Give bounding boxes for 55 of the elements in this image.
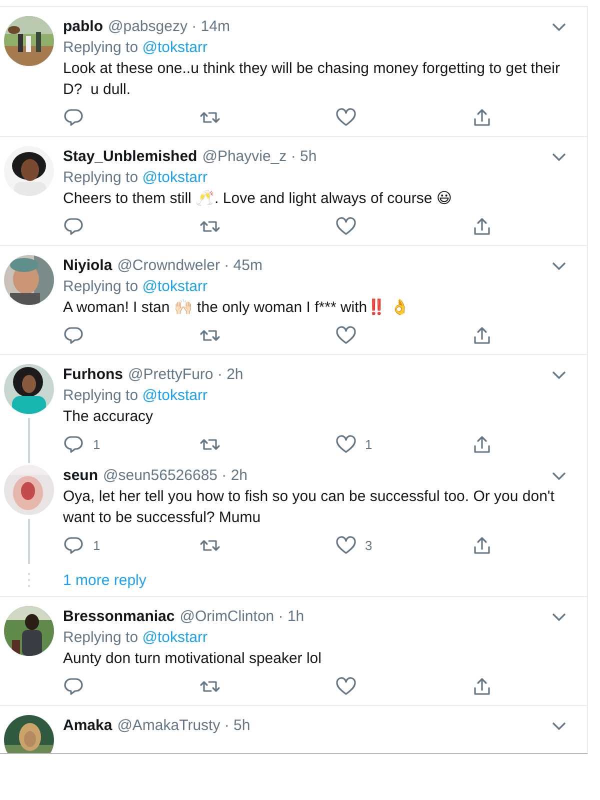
share-icon[interactable] [471,325,493,345]
tweet-text: Cheers to them still 🥂. Love and light always of course 😃 [63,189,453,209]
reply-icon[interactable] [63,535,85,555]
replying-to-text: Replying to @tokstarr [63,168,208,188]
reply-icon[interactable] [63,107,85,127]
user-handle: @PrettyFuro · 2h [128,365,244,385]
chevron-icon[interactable] [551,22,567,32]
user-handle: @OrimClinton · 1h [180,607,306,627]
tweet-text: The accuracy [63,407,154,427]
user-handle: @pabsgezy · 14m [108,17,231,37]
chevron-icon[interactable] [551,152,567,162]
user-name[interactable]: Furhons [63,364,123,385]
reply-count: 1 [93,436,100,452]
reply-icon[interactable] [63,216,85,236]
heart-icon[interactable] [335,535,357,555]
user-name[interactable]: Bressonmaniac [63,606,175,627]
replying-to-text: Replying to @tokstarr [63,277,208,297]
share-icon[interactable] [471,535,493,555]
tweet-text: Aunty don turn motivational speaker lol [63,649,322,669]
tweet-text: Look at these one..u think they will be chasing money forgetting to get their D? u dull. [63,59,561,100]
chevron-icon[interactable] [551,470,567,480]
user-name[interactable]: Amaka [63,715,112,736]
share-icon[interactable] [471,676,493,696]
share-icon[interactable] [471,434,493,454]
chevron-icon[interactable] [551,612,567,622]
reply-icon[interactable] [63,325,85,345]
replying-to-text: Replying to @tokstarr [63,628,208,648]
like-count: 3 [365,538,372,552]
chevron-icon[interactable] [551,370,567,380]
user-handle: @AmakaTrusty · 5h [117,716,252,736]
user-name[interactable]: Niyiola [63,255,112,276]
like-count: 1 [365,436,372,452]
user-handle: @seun56526685 · 2h [103,466,249,486]
replying-to-text: Replying to @tokstarr [63,386,208,406]
heart-icon[interactable] [335,434,357,454]
tweet-text: A woman! I stan 🙌🏻 the only woman I f*** with‼ 👌 [63,298,410,318]
tweet-text: Oya, let her tell you how to fish so you can be successful too. Or you don't want to be successful? Mumu [63,487,556,528]
chevron-icon[interactable] [551,720,567,730]
user-handle: @Phayvie_z · 5h [202,147,318,167]
share-icon[interactable] [471,107,493,127]
thread-dots-icon[interactable] [27,572,31,588]
heart-icon[interactable] [335,325,357,345]
reply-count: 1 [93,538,100,552]
heart-icon[interactable] [335,107,357,127]
heart-icon[interactable] [335,676,357,696]
reply-icon[interactable] [63,434,85,454]
reply-icon[interactable] [63,676,85,696]
heart-icon[interactable] [335,216,357,236]
share-icon[interactable] [471,216,493,236]
chevron-icon[interactable] [551,260,567,270]
user-name[interactable]: Stay_Unblemished [63,146,198,167]
user-name[interactable]: pablo [63,16,103,37]
user-handle: @Crowndweler · 45m [117,256,264,276]
replying-to-text: Replying to @tokstarr [63,38,208,58]
user-name[interactable]: seun [63,465,98,486]
